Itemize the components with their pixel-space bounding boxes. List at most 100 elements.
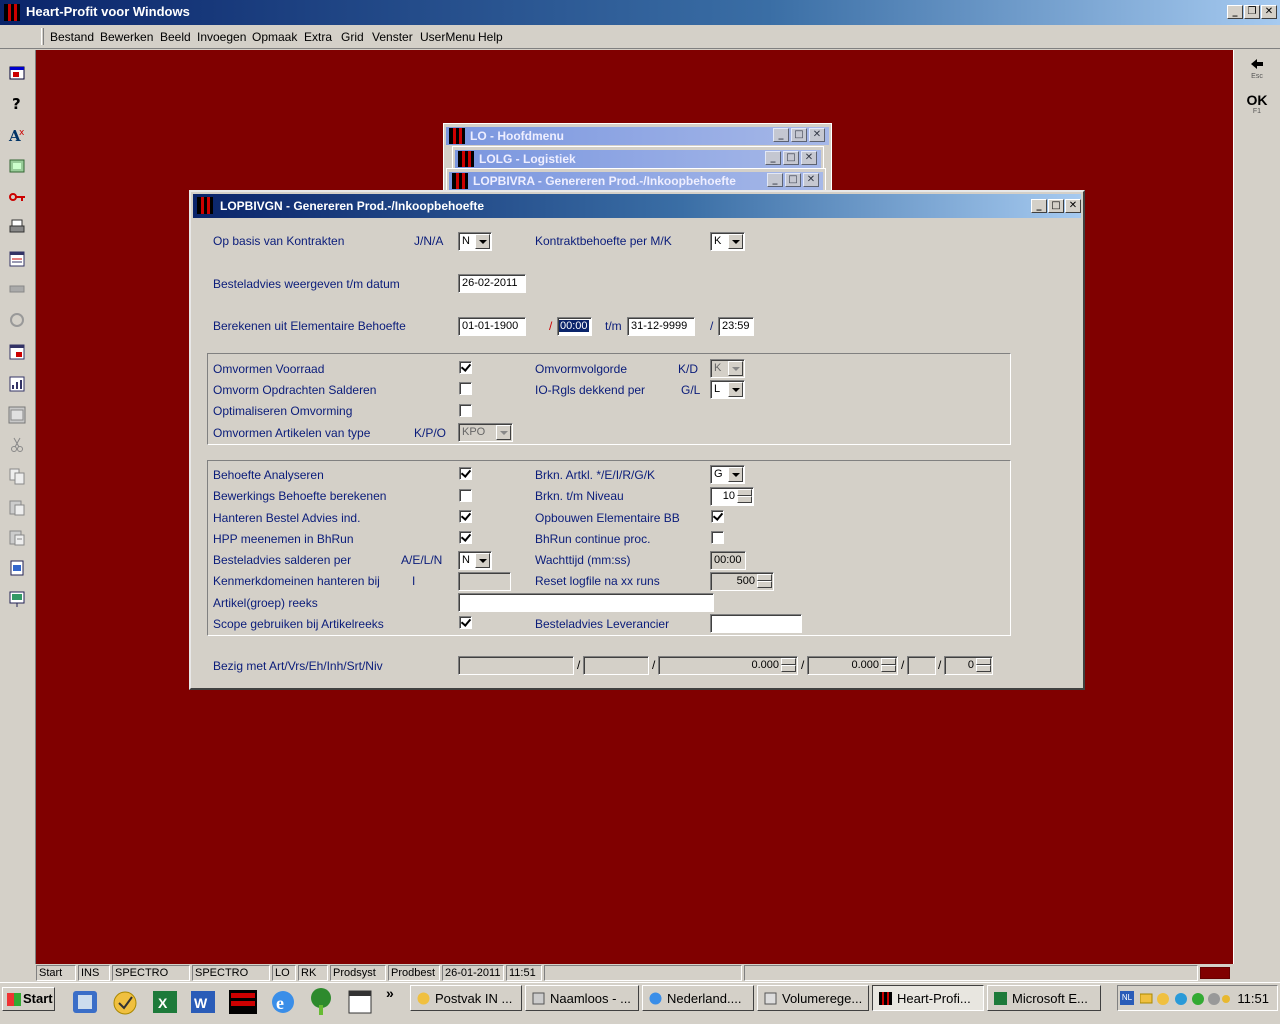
menu-venster[interactable]: Venster (372, 30, 413, 44)
chevron-down-icon[interactable] (496, 425, 511, 440)
spinner-arrows-icon[interactable] (737, 489, 752, 504)
outlook-icon[interactable] (70, 987, 100, 1017)
besteladvies-salderen-select[interactable]: N (458, 551, 492, 570)
maximize-button[interactable]: □ (783, 151, 799, 165)
maximize-button[interactable]: □ (785, 173, 801, 187)
refresh-icon[interactable] (8, 311, 26, 329)
optimaliseren-checkbox[interactable] (459, 404, 472, 417)
minimize-button[interactable]: _ (1227, 5, 1243, 19)
minimize-button[interactable]: _ (767, 173, 783, 187)
quicklaunch-chevron[interactable]: » (386, 985, 394, 1001)
presentation-icon[interactable] (8, 590, 26, 608)
task-postvak[interactable]: Postvak IN ... (410, 985, 522, 1011)
window-logistiek-titlebar[interactable]: LOLG - Logistiek _ □ ✕ (455, 150, 821, 168)
berekenen-to-date-field[interactable]: 31-12-9999 (627, 317, 695, 336)
behoefte-analyseren-checkbox[interactable] (459, 467, 472, 480)
edit-form-icon[interactable] (8, 343, 26, 361)
close-button[interactable]: ✕ (801, 151, 817, 165)
window-icon[interactable] (8, 64, 26, 82)
menu-bestand[interactable]: Bestand (50, 30, 94, 44)
word-icon[interactable]: W (188, 987, 218, 1017)
paste-icon[interactable] (8, 498, 26, 516)
menu-invoegen[interactable]: Invoegen (197, 30, 246, 44)
hpp-meenemen-checkbox[interactable] (459, 531, 472, 544)
start-button[interactable]: Start (2, 987, 55, 1011)
omvormen-artikelen-select[interactable]: KPO (458, 423, 513, 442)
copy-icon[interactable] (8, 467, 26, 485)
close-button[interactable]: ✕ (803, 173, 819, 187)
spinner-arrows-icon[interactable] (757, 574, 772, 589)
paste-special-icon[interactable] (8, 528, 26, 546)
menu-grid[interactable]: Grid (341, 30, 364, 44)
restore-button[interactable]: ❐ (1244, 5, 1260, 19)
dialog-minimize-button[interactable]: _ (1031, 199, 1047, 213)
chevron-down-icon[interactable] (475, 553, 490, 568)
mail-icon[interactable] (110, 987, 140, 1017)
minimize-button[interactable]: _ (773, 128, 789, 142)
key-icon[interactable] (8, 188, 26, 206)
berekenen-from-date-field[interactable]: 01-01-1900 (458, 317, 526, 336)
tree-icon[interactable] (306, 987, 336, 1017)
menu-bewerken[interactable]: Bewerken (100, 30, 153, 44)
brkn-niveau-stepper[interactable]: 10 (710, 487, 754, 506)
reset-logfile-stepper[interactable]: 500 (710, 572, 774, 591)
opbouwen-bb-checkbox[interactable] (711, 510, 724, 523)
menu-help[interactable]: Help (478, 30, 503, 44)
besteladvies-datum-field[interactable]: 26-02-2011 (458, 274, 526, 293)
besteladvies-leverancier-field[interactable] (710, 614, 802, 633)
omvormen-voorraad-checkbox[interactable] (459, 361, 472, 374)
menu-opmaak[interactable]: Opmaak (252, 30, 297, 44)
heart-profit-icon[interactable] (228, 987, 258, 1017)
omvorm-opdrachten-checkbox[interactable] (459, 382, 472, 395)
layout-icon[interactable] (8, 406, 26, 424)
window-lopbivra-titlebar[interactable]: LOPBIVRA - Genereren Prod.-/Inkoopbehoef… (449, 172, 823, 190)
chevron-down-icon[interactable] (728, 382, 743, 397)
task-heart-profit[interactable]: Heart-Profi... (872, 985, 984, 1011)
form-icon[interactable] (8, 250, 26, 268)
dialog-titlebar[interactable]: LOPBIVGN - Genereren Prod.-/Inkoopbehoef… (193, 194, 1081, 218)
chevron-down-icon[interactable] (728, 467, 743, 482)
ok-button[interactable]: OK F1 (1242, 92, 1272, 120)
close-button[interactable]: ✕ (1261, 5, 1277, 19)
internet-explorer-icon[interactable]: e (268, 987, 298, 1017)
help-icon[interactable]: ? (8, 94, 26, 112)
chevron-down-icon[interactable] (475, 234, 490, 249)
grid-icon[interactable] (8, 280, 26, 298)
app-title-bar[interactable]: Heart-Profit voor Windows _ ❐ ✕ (0, 0, 1280, 25)
kenmerkdomeinen-field[interactable] (458, 572, 511, 591)
escape-button[interactable]: Esc (1244, 58, 1270, 86)
task-nederland[interactable]: Nederland.... (642, 985, 754, 1011)
io-rgls-select[interactable]: L (710, 380, 745, 399)
calendar-icon[interactable] (345, 987, 375, 1017)
font-icon[interactable]: Ax (8, 126, 26, 144)
kontrakten-select[interactable]: N (458, 232, 492, 251)
artikel-reeks-field[interactable] (458, 593, 714, 612)
kontraktbehoefte-select[interactable]: K (710, 232, 745, 251)
wachttijd-field[interactable]: 00:00 (710, 551, 746, 570)
berekenen-to-time-field[interactable]: 23:59 (718, 317, 754, 336)
task-volumeregeling[interactable]: Volumerege... (757, 985, 869, 1011)
task-microsoft-excel[interactable]: Microsoft E... (987, 985, 1101, 1011)
clipboard-icon[interactable] (8, 559, 26, 577)
menu-usermenu[interactable]: UserMenu (420, 30, 475, 44)
print-icon[interactable] (8, 218, 26, 236)
picture-icon[interactable] (8, 157, 26, 175)
chevron-down-icon[interactable] (728, 234, 743, 249)
tray-icons[interactable] (1140, 991, 1230, 1007)
berekenen-from-time-field[interactable]: 00:00 (557, 317, 592, 336)
brkn-artkl-select[interactable]: G (710, 465, 745, 484)
omvormvolgorde-select[interactable]: K (710, 359, 745, 378)
bewerkings-behoefte-checkbox[interactable] (459, 489, 472, 502)
chevron-down-icon[interactable] (728, 361, 743, 376)
excel-icon[interactable]: X (150, 987, 180, 1017)
scope-checkbox[interactable] (459, 616, 472, 629)
menu-beeld[interactable]: Beeld (160, 30, 191, 44)
cut-icon[interactable] (8, 436, 26, 454)
chart-icon[interactable] (8, 375, 26, 393)
menu-extra[interactable]: Extra (304, 30, 332, 44)
dialog-close-button[interactable]: ✕ (1065, 199, 1081, 213)
close-button[interactable]: ✕ (809, 128, 825, 142)
hanteren-bestel-checkbox[interactable] (459, 510, 472, 523)
task-naamloos[interactable]: Naamloos - ... (525, 985, 639, 1011)
window-hoofdmenu-titlebar[interactable]: LO - Hoofdmenu _ □ ✕ (446, 127, 829, 145)
